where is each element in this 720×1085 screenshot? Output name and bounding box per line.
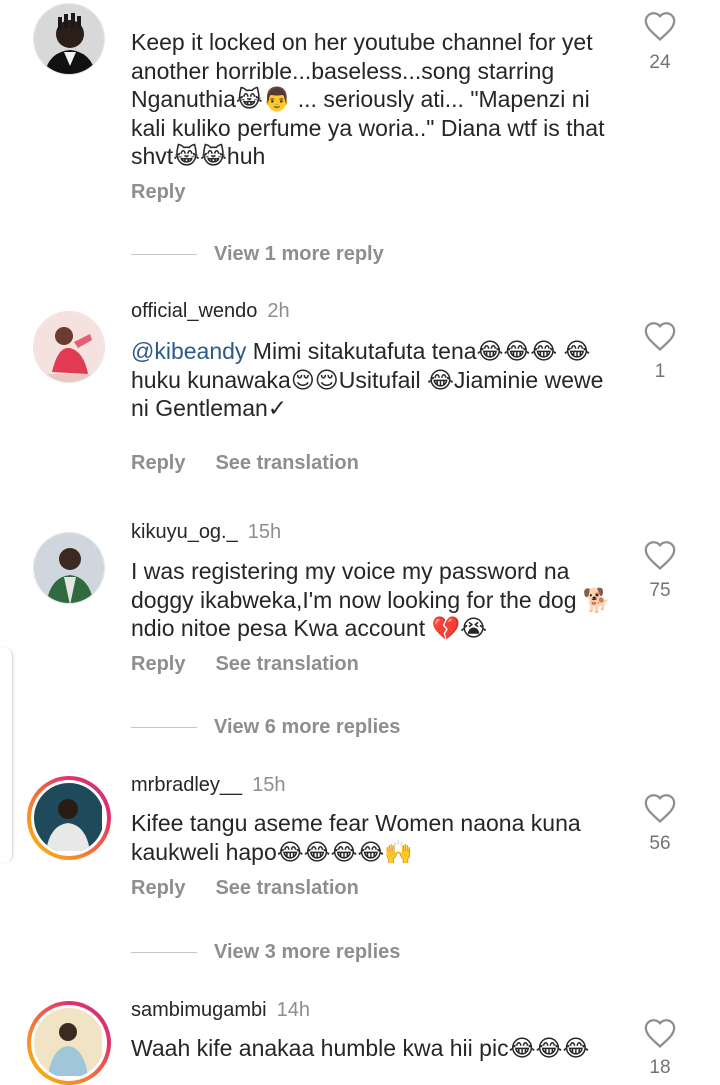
username[interactable]: sambimugambi xyxy=(131,999,267,1021)
comment-text: I was registering my voice my password n… xyxy=(131,558,612,641)
comment-text: Keep it locked on her youtube channel fo… xyxy=(131,29,605,169)
see-translation-button[interactable]: See translation xyxy=(215,877,358,899)
divider-line xyxy=(131,254,197,256)
view-more-replies-label: View 6 more replies xyxy=(214,716,401,738)
heart-outline-icon[interactable] xyxy=(643,1017,677,1049)
username[interactable]: mrbradley__ xyxy=(131,774,242,796)
comment-actions: Reply xyxy=(131,181,215,204)
like-count: 24 xyxy=(649,52,671,73)
like-count: 1 xyxy=(654,361,666,382)
timestamp: 14h xyxy=(276,999,310,1021)
like-count: 18 xyxy=(649,1057,671,1078)
avatar-with-story-ring[interactable] xyxy=(27,776,111,860)
view-more-replies-label: View 1 more reply xyxy=(214,243,384,265)
divider-line xyxy=(131,727,197,729)
avatar[interactable] xyxy=(33,311,105,383)
avatar[interactable] xyxy=(33,3,105,75)
heart-outline-icon[interactable] xyxy=(643,539,677,571)
comment-actions: Reply See translation xyxy=(131,452,389,475)
like-count: 56 xyxy=(649,833,671,854)
heart-outline-icon[interactable] xyxy=(643,320,677,352)
reply-button[interactable]: Reply xyxy=(131,653,185,675)
reply-button[interactable]: Reply xyxy=(131,452,185,474)
see-translation-button[interactable]: See translation xyxy=(215,653,358,675)
comment-header: kikuyu_og._ 15h xyxy=(131,521,281,544)
avatar-with-story-ring[interactable] xyxy=(27,1001,111,1085)
like-count: 75 xyxy=(649,580,671,601)
view-more-replies-label: View 3 more replies xyxy=(214,941,401,963)
avatar[interactable] xyxy=(33,532,105,604)
comment-actions: Reply See translation xyxy=(131,877,389,900)
username[interactable]: official_wendo xyxy=(131,300,257,322)
mention-link[interactable]: @kibeandy xyxy=(131,338,246,364)
timestamp: 2h xyxy=(267,300,290,322)
view-more-replies[interactable]: View 6 more replies xyxy=(131,716,400,739)
comment-text: @kibeandy Mimi sitakutafuta tena😂😂😂 😂 hu… xyxy=(131,337,626,423)
see-translation-button[interactable]: See translation xyxy=(215,452,358,474)
reply-button[interactable]: Reply xyxy=(131,181,185,203)
comment-text: Kifee tangu aseme fear Women naona kuna … xyxy=(131,810,581,865)
timestamp: 15h xyxy=(252,774,286,796)
comment-text: Waah kife anakaa humble kwa hii pic😂😂😂 xyxy=(131,1035,590,1061)
username[interactable]: kikuyu_og._ xyxy=(131,521,238,543)
heart-outline-icon[interactable] xyxy=(643,792,677,824)
side-panel-edge xyxy=(0,648,13,862)
comment-actions: Reply See translation xyxy=(131,653,389,676)
view-more-replies[interactable]: View 1 more reply xyxy=(131,243,384,266)
comment-header: sambimugambi 14h xyxy=(131,999,310,1022)
comment-header: mrbradley__ 15h xyxy=(131,774,286,797)
reply-button[interactable]: Reply xyxy=(131,877,185,899)
view-more-replies[interactable]: View 3 more replies xyxy=(131,941,400,964)
heart-outline-icon[interactable] xyxy=(643,10,677,42)
comment-header: official_wendo 2h xyxy=(131,300,290,323)
divider-line xyxy=(131,952,197,954)
timestamp: 15h xyxy=(247,521,282,543)
